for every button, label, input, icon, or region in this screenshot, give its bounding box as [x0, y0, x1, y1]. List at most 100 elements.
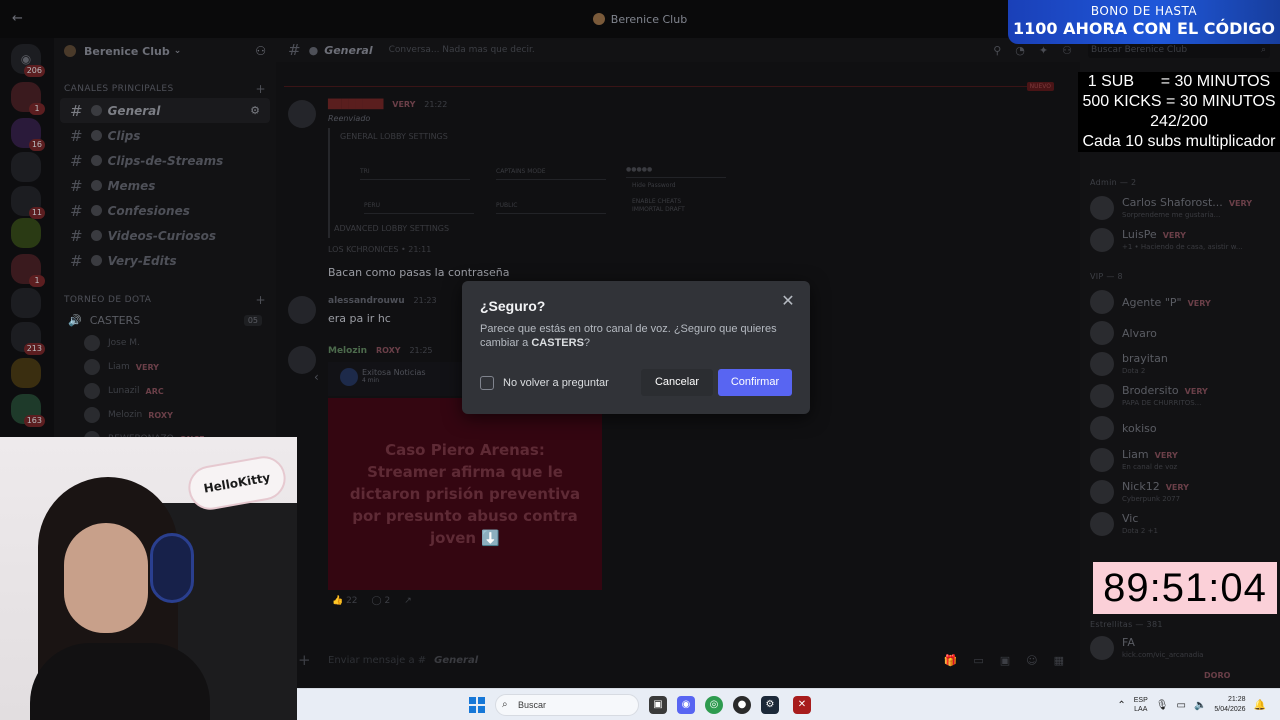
- voice-user[interactable]: Jose M.: [54, 331, 276, 355]
- server-icon-3[interactable]: [11, 152, 41, 182]
- emoji-icon[interactable]: ☺: [1026, 654, 1037, 667]
- server-header[interactable]: Berenice Club ⌄ ⚇: [54, 40, 276, 62]
- chevron-up-icon[interactable]: ⌃: [1117, 700, 1125, 711]
- clock[interactable]: 21:28 5/04/2026: [1214, 695, 1245, 715]
- member-item[interactable]: LuisPe VERY +1 • Haciendo de casa, asistir…: [1088, 226, 1278, 256]
- category-header[interactable]: CANALES PRINCIPALES +: [54, 80, 276, 98]
- network-icon[interactable]: ▭: [1176, 700, 1185, 711]
- message-header: Melozin ROXY 21:25: [328, 346, 433, 356]
- server-icon-9[interactable]: [11, 358, 41, 388]
- apps-icon[interactable]: ▦: [1054, 654, 1064, 667]
- channel-videos-curiosos[interactable]: # Videos-Curiosos: [60, 223, 270, 248]
- member-item[interactable]: Brodersito VERY PAPA DE CHURRITOS...: [1088, 382, 1278, 412]
- member-item[interactable]: Vic Dota 2 +1: [1088, 510, 1278, 540]
- taskbar-search-input[interactable]: ⌕ Buscar: [495, 694, 639, 716]
- share-icon[interactable]: ↗: [404, 596, 412, 606]
- plus-icon[interactable]: +: [298, 651, 311, 669]
- member-item[interactable]: FA kick.com/vic_arcanadia: [1088, 634, 1278, 664]
- voice-channel-casters[interactable]: 🔊 CASTERS 05: [54, 309, 276, 331]
- like-reaction[interactable]: 👍 22: [332, 596, 358, 606]
- dont-ask-checkbox[interactable]: [480, 376, 494, 390]
- member-item[interactable]: brayitan Dota 2: [1088, 350, 1278, 380]
- voice-user[interactable]: Liam VERY: [54, 355, 276, 379]
- channel-confesiones[interactable]: # Confesiones: [60, 198, 270, 223]
- discord-home-icon[interactable]: ◉ 206: [11, 44, 45, 77]
- member-search-input[interactable]: Buscar Berenice Club ⌕: [1088, 42, 1270, 58]
- server-icon-6[interactable]: 1: [11, 254, 45, 287]
- dialog-body-suffix: ?: [583, 337, 591, 349]
- member-item[interactable]: kokiso: [1088, 414, 1278, 444]
- voice-user[interactable]: Lunazil ARC: [54, 379, 276, 403]
- sticker-icon[interactable]: ▣: [1000, 654, 1010, 667]
- dont-ask-label[interactable]: No volver a preguntar: [503, 376, 609, 390]
- message-header: ████████ VERY 21:22: [328, 100, 447, 110]
- member-item[interactable]: Agente "P" VERY: [1088, 288, 1278, 318]
- add-user-icon[interactable]: ⚇: [255, 44, 266, 58]
- composer-tools: 🎁 ▭ ▣ ☺ ▦: [944, 654, 1064, 667]
- voice-user[interactable]: Melozin ROXY: [54, 403, 276, 427]
- comment-reaction[interactable]: ◯ 2: [372, 596, 391, 606]
- dota-taskbar-icon[interactable]: ✕: [793, 696, 811, 714]
- avatar: [1090, 480, 1114, 504]
- chrome-taskbar-icon[interactable]: ◎: [705, 696, 723, 714]
- chevron-left-icon[interactable]: ‹: [314, 370, 319, 384]
- channel-clips-de-streams[interactable]: # Clips-de-Streams: [60, 148, 270, 173]
- gif-icon[interactable]: ▭: [973, 654, 983, 667]
- volume-icon[interactable]: 🔈: [1194, 700, 1206, 711]
- channel-clips[interactable]: # Clips: [60, 123, 270, 148]
- member-name-text: LuisPe: [1122, 228, 1157, 241]
- server-icon-10[interactable]: 163: [11, 394, 45, 427]
- headset-icon: [150, 533, 194, 603]
- member-item[interactable]: Nick12 VERY Cyberpunk 2077: [1088, 478, 1278, 508]
- member-item[interactable]: Liam VERY En canal de voz: [1088, 446, 1278, 476]
- bell-icon[interactable]: ◔: [1015, 44, 1025, 57]
- new-tag: NUEVO: [1026, 82, 1054, 91]
- server-icon-5[interactable]: [11, 218, 41, 248]
- settings-icon[interactable]: ⚙: [250, 104, 260, 117]
- server-icon-1[interactable]: 1: [11, 82, 45, 115]
- close-icon[interactable]: ✕: [780, 293, 796, 309]
- gift-icon[interactable]: 🎁: [944, 654, 958, 667]
- member-name: Brodersito VERY: [1122, 384, 1208, 397]
- confirm-button[interactable]: Confirmar: [718, 369, 792, 396]
- server-icon-4[interactable]: 11: [11, 186, 45, 219]
- back-arrow-icon[interactable]: ←: [12, 11, 23, 26]
- cancel-button[interactable]: Cancelar: [641, 369, 713, 396]
- windows-start-icon[interactable]: [469, 697, 485, 713]
- microphone-icon[interactable]: 🎙: [1156, 700, 1169, 711]
- server-icon-2[interactable]: 16: [11, 118, 45, 151]
- threads-icon[interactable]: ⚲: [993, 44, 1001, 57]
- channel-very-edits[interactable]: # Very-Edits: [60, 248, 270, 273]
- channel-memes[interactable]: # Memes: [60, 173, 270, 198]
- role-tag: VERY: [1165, 483, 1189, 492]
- username[interactable]: ████████: [328, 100, 383, 110]
- member-item[interactable]: DORO: [1088, 666, 1278, 686]
- channel-general[interactable]: # General ⚙: [60, 98, 270, 123]
- members-icon[interactable]: ⚇: [1062, 44, 1072, 57]
- pin-icon[interactable]: ✦: [1039, 44, 1048, 57]
- message-text: Bacan como pasas la contraseña: [328, 266, 510, 279]
- member-name-text: Nick12: [1122, 480, 1160, 493]
- message-composer[interactable]: + Enviar mensaje a # General 🎁 ▭ ▣ ☺ ▦: [298, 646, 1064, 674]
- category-header[interactable]: TORNEO DE DOTA +: [54, 291, 276, 309]
- embedded-post-image[interactable]: Caso Piero Arenas: Streamer afirma que l…: [328, 398, 602, 590]
- language-indicator[interactable]: ESP LAA: [1134, 696, 1148, 714]
- member-name: kokiso: [1122, 422, 1157, 435]
- server-icon-8[interactable]: 213: [11, 322, 45, 355]
- plus-icon[interactable]: +: [256, 82, 266, 96]
- plus-icon[interactable]: +: [256, 293, 266, 307]
- role-tag: VERY: [392, 100, 416, 109]
- member-item[interactable]: Alvaro: [1088, 319, 1278, 349]
- member-item[interactable]: Carlos Shaforost... VERY Sorprendeme me gu…: [1088, 194, 1278, 224]
- member-status: +1 • Haciendo de casa, asistir w...: [1122, 243, 1243, 251]
- username[interactable]: alessandrouwu: [328, 296, 405, 306]
- lobby-screenshot[interactable]: GENERAL LOBBY SETTINGS TRI CAPTAINS MODE…: [328, 128, 738, 238]
- server-icon-7[interactable]: [11, 288, 41, 318]
- notification-bell-icon[interactable]: 🔔: [1254, 700, 1266, 711]
- task-view-icon[interactable]: ▣: [649, 696, 667, 714]
- emoji-icon: [90, 255, 102, 266]
- discord-taskbar-icon[interactable]: ◉: [677, 696, 695, 714]
- steam-taskbar-icon[interactable]: ⚙: [761, 696, 779, 714]
- obs-taskbar-icon[interactable]: ●: [733, 696, 751, 714]
- username[interactable]: Melozin: [328, 346, 367, 356]
